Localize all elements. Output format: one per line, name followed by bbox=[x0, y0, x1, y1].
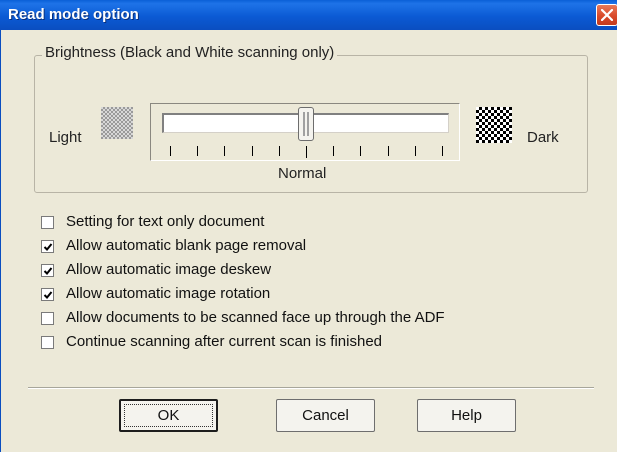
option-checkbox[interactable] bbox=[41, 240, 54, 253]
light-pattern-icon bbox=[101, 107, 133, 139]
option-checkbox[interactable] bbox=[41, 216, 54, 229]
option-checkbox[interactable] bbox=[41, 336, 54, 349]
title-bar[interactable]: Read mode option bbox=[0, 0, 617, 30]
slider-tick bbox=[415, 146, 416, 156]
checkmark-icon bbox=[43, 267, 53, 275]
option-label: Setting for text only document bbox=[66, 213, 265, 230]
slider-tick bbox=[279, 146, 280, 156]
option-checkbox[interactable] bbox=[41, 264, 54, 277]
close-icon bbox=[601, 9, 613, 21]
dark-pattern-icon bbox=[476, 107, 512, 143]
brightness-slider-thumb[interactable] bbox=[298, 107, 314, 141]
option-checkbox[interactable] bbox=[41, 312, 54, 325]
slider-tick bbox=[224, 146, 225, 156]
option-checkbox[interactable] bbox=[41, 288, 54, 301]
focus-ring bbox=[124, 404, 213, 427]
option-label: Allow automatic image rotation bbox=[66, 285, 271, 302]
dark-label: Dark bbox=[527, 129, 559, 146]
option-label: Allow automatic image deskew bbox=[66, 261, 272, 278]
light-label: Light bbox=[49, 129, 82, 146]
option-label: Continue scanning after current scan is … bbox=[66, 333, 383, 350]
slider-tick bbox=[388, 146, 389, 156]
slider-tick bbox=[306, 146, 307, 158]
brightness-group-label: Brightness (Black and White scanning onl… bbox=[42, 44, 338, 61]
close-button[interactable] bbox=[596, 4, 617, 26]
slider-tick bbox=[333, 146, 334, 156]
option-label: Allow documents to be scanned face up th… bbox=[66, 309, 445, 326]
window-title: Read mode option bbox=[8, 6, 139, 23]
checkmark-icon bbox=[43, 291, 53, 299]
ok-button[interactable]: OK bbox=[119, 399, 218, 432]
option-label: Allow automatic blank page removal bbox=[66, 237, 307, 254]
slider-tick bbox=[197, 146, 198, 156]
cancel-button[interactable]: Cancel bbox=[276, 399, 375, 432]
help-button[interactable]: Help bbox=[417, 399, 516, 432]
cancel-button-label: Cancel bbox=[302, 407, 349, 424]
help-button-label: Help bbox=[451, 407, 482, 424]
slider-tick bbox=[170, 146, 171, 156]
slider-tick bbox=[442, 146, 443, 156]
slider-tick bbox=[252, 146, 253, 156]
slider-tick bbox=[360, 146, 361, 156]
separator bbox=[28, 387, 594, 389]
normal-label: Normal bbox=[278, 165, 327, 182]
checkmark-icon bbox=[43, 243, 53, 251]
